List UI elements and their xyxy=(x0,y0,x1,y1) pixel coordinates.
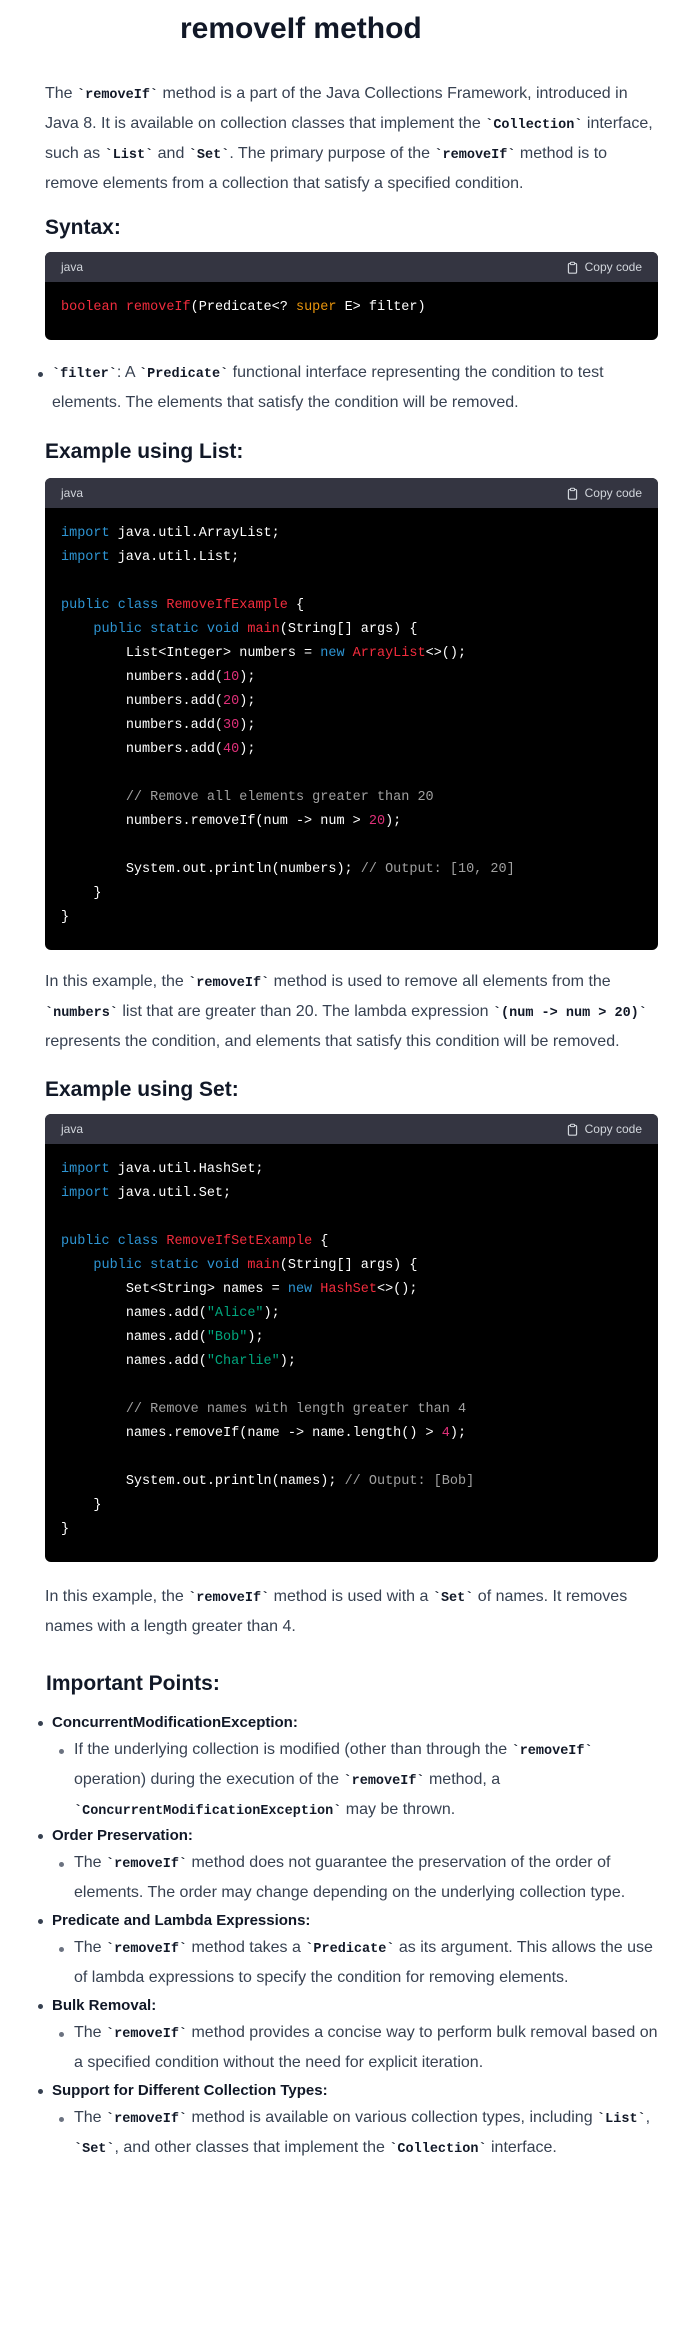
list-example-heading: Example using List: xyxy=(45,440,244,463)
bullet-dot xyxy=(59,1862,64,1867)
page-title: removeIf method xyxy=(180,12,422,45)
bullet-dot xyxy=(38,1834,43,1839)
page: removeIf method The `removeIf` method is… xyxy=(0,0,696,2327)
code-content: import java.util.ArrayList; import java.… xyxy=(61,526,515,925)
copy-code-button[interactable]: Copy code xyxy=(566,486,642,500)
bullet-dot xyxy=(38,372,43,377)
point-detail: If the underlying collection is modified… xyxy=(74,1741,593,1819)
copy-code-label: Copy code xyxy=(584,486,642,500)
point-label: Support for Different Collection Types: xyxy=(52,2082,328,2099)
bullet-dot xyxy=(38,1919,43,1924)
set-code-block: java Copy code import java.util.HashSet;… xyxy=(45,1114,658,1562)
list-explanation: In this example, the `removeIf` method i… xyxy=(45,973,647,1050)
point-detail: The `removeIf` method takes a `Predicate… xyxy=(74,1939,653,1986)
bullet-dot xyxy=(59,1947,64,1952)
copy-code-button[interactable]: Copy code xyxy=(566,1122,642,1136)
code-language: java xyxy=(61,260,84,274)
filter-item: `filter`: A `Predicate` functional inter… xyxy=(52,364,604,411)
bullet-dot xyxy=(38,2004,43,2009)
bullet-dot xyxy=(38,1721,43,1726)
code-language: java xyxy=(61,486,84,500)
bullet-dot xyxy=(38,2089,43,2094)
code-header: java Copy code xyxy=(45,478,658,508)
point-label: ConcurrentModificationException: xyxy=(52,1714,298,1731)
code-content: boolean removeIf(Predicate<? super E> fi… xyxy=(61,300,426,315)
code-language: java xyxy=(61,1122,84,1136)
code-header: java Copy code xyxy=(45,1114,658,1144)
set-explanation: In this example, the `removeIf` method i… xyxy=(45,1588,628,1635)
code-content: import java.util.HashSet; import java.ut… xyxy=(61,1162,475,1537)
point-detail: The `removeIf` method provides a concise… xyxy=(74,2024,658,2071)
point-label: Predicate and Lambda Expressions: xyxy=(52,1912,311,1929)
point-label: Bulk Removal: xyxy=(52,1997,157,2014)
clipboard-icon xyxy=(567,1123,577,1136)
bullet-dot xyxy=(59,2032,64,2037)
bullet-dot xyxy=(59,1749,64,1754)
important-points-heading: Important Points: xyxy=(46,1672,220,1695)
set-example-heading: Example using Set: xyxy=(45,1078,239,1101)
point-label: Order Preservation: xyxy=(52,1827,193,1844)
copy-code-button[interactable]: Copy code xyxy=(566,260,642,274)
syntax-code-block: java Copy code boolean removeIf(Predicat… xyxy=(45,252,658,340)
syntax-heading: Syntax: xyxy=(45,216,121,239)
clipboard-icon xyxy=(567,487,577,500)
copy-code-label: Copy code xyxy=(584,260,642,274)
list-code-block: java Copy code import java.util.ArrayLis… xyxy=(45,478,658,950)
point-detail: The `removeIf` method is available on va… xyxy=(74,2109,651,2157)
point-detail: The `removeIf` method does not guarantee… xyxy=(74,1854,626,1901)
code-header: java Copy code xyxy=(45,252,658,282)
clipboard-icon xyxy=(567,261,577,274)
copy-code-label: Copy code xyxy=(584,1122,642,1136)
bullet-dot xyxy=(59,2117,64,2122)
intro-paragraph: The `removeIf` method is a part of the J… xyxy=(45,85,653,192)
